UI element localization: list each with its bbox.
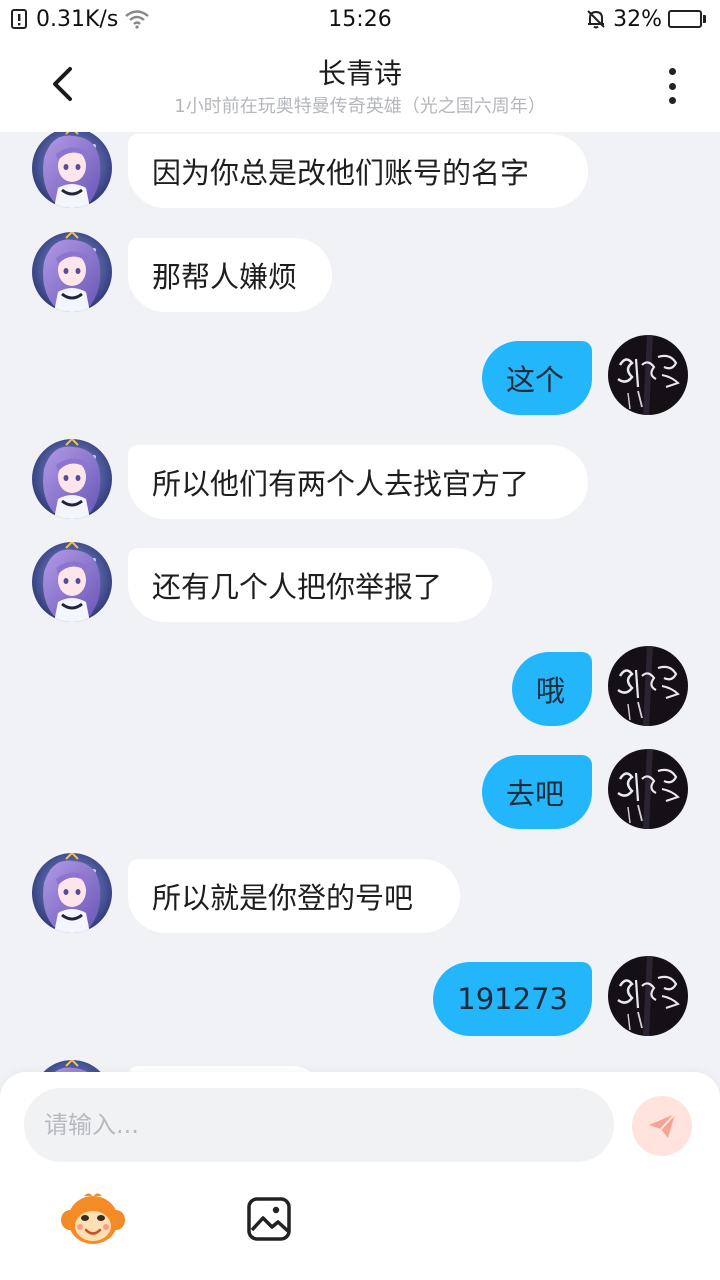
message-bubble[interactable]: 去吧 (482, 755, 592, 829)
send-icon (649, 1113, 676, 1138)
message-bubble[interactable]: 那帮人嫌烦 (128, 237, 332, 312)
emoji-button[interactable] (60, 1190, 126, 1250)
message-bubble[interactable]: 191273 (433, 962, 592, 1036)
send-button[interactable] (632, 1096, 692, 1156)
outgoing-message: 191273 (0, 956, 720, 1042)
incoming-message: 因为你总是改他们账号的名字 (0, 132, 720, 214)
image-icon (247, 1197, 291, 1241)
message-bubble[interactable]: 还有几个人把你举报了 (128, 548, 492, 622)
incoming-message: 还有几个人把你举报了 (0, 542, 720, 628)
wifi-icon (125, 10, 150, 29)
input-panel (0, 1072, 720, 1280)
incoming-message: 那帮人嫌烦 (0, 231, 720, 318)
more-vertical-icon (668, 68, 676, 75)
message-bubble[interactable]: 哦 (512, 651, 592, 726)
bell-muted-icon (587, 10, 605, 29)
my-avatar[interactable] (608, 956, 688, 1036)
contact-avatar[interactable] (32, 231, 112, 312)
my-avatar[interactable] (608, 749, 688, 829)
message-bubble[interactable]: 这个 (482, 341, 592, 415)
more-options-button[interactable] (652, 64, 692, 108)
battery-percent: 32% (613, 6, 662, 32)
outgoing-message: 哦 (0, 645, 720, 732)
net-speed: 0.31K/s (36, 6, 119, 32)
contact-avatar[interactable] (32, 542, 112, 622)
chat-message-list[interactable]: 因为你总是改他们账号的名字 那帮人嫌烦这个所以他们有两个人去找官方了 还有几个人把你… (0, 132, 720, 1072)
incoming-message: 所以他们有两个人去找官方了 (0, 438, 720, 525)
message-input[interactable] (24, 1088, 614, 1162)
image-button[interactable] (246, 1196, 292, 1242)
my-avatar[interactable] (608, 335, 688, 415)
battery-icon (668, 10, 706, 28)
status-right: 32% (585, 7, 706, 32)
notification-icon (11, 9, 27, 29)
chat-header: 长青诗 1小时前在玩奥特曼传奇英雄（光之国六周年） (0, 38, 720, 132)
monkey-emoji-icon (61, 1193, 125, 1244)
message-bubble[interactable]: 因为你总是改他们账号的名字 (128, 134, 588, 208)
message-bubble[interactable]: 所以他们有两个人去找官方了 (128, 444, 588, 519)
contact-name: 长青诗 (317, 57, 402, 90)
incoming-message: 所以就是你登的号吧 (0, 852, 720, 939)
incoming-message (0, 1059, 720, 1072)
status-left: 0.31K/s (10, 7, 150, 32)
my-avatar[interactable] (608, 645, 688, 726)
contact-avatar[interactable] (32, 132, 112, 208)
contact-status: 1小时前在玩奥特曼传奇英雄（光之国六周年） (174, 96, 546, 117)
message-bubble[interactable]: 所以就是你登的号吧 (128, 858, 460, 933)
contact-avatar[interactable] (32, 852, 112, 933)
outgoing-message: 这个 (0, 335, 720, 421)
contact-avatar[interactable] (32, 1059, 112, 1072)
contact-avatar[interactable] (32, 438, 112, 519)
outgoing-message: 去吧 (0, 749, 720, 835)
status-bar: 0.31K/s 15:26 32% (0, 0, 720, 38)
